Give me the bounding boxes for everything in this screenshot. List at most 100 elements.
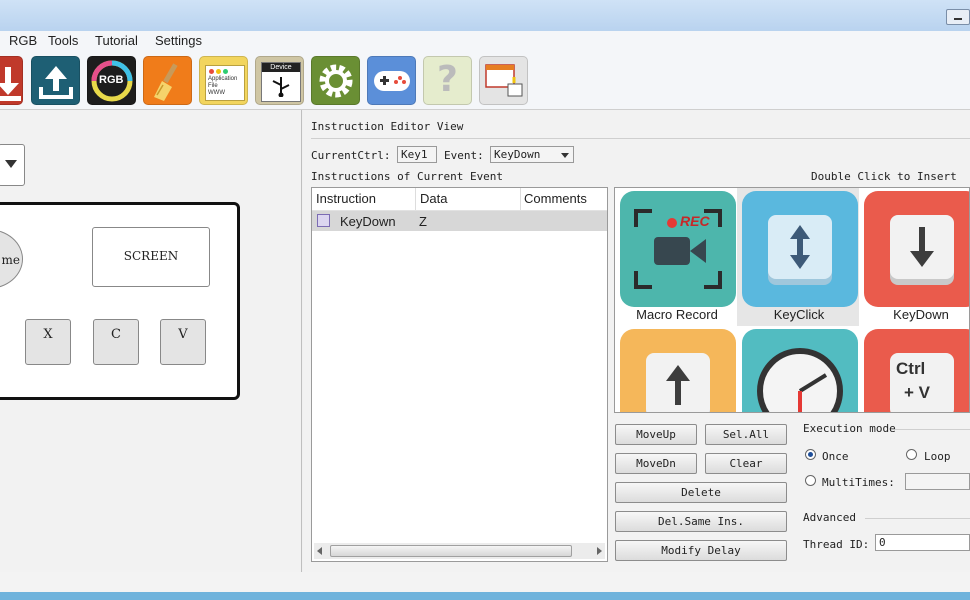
palette-keyup[interactable] (615, 326, 737, 412)
instructions-label: Instructions of Current Event (311, 170, 504, 183)
key-v-label: V (178, 327, 188, 342)
scroll-right-icon[interactable] (597, 547, 602, 555)
upload-button[interactable] (31, 56, 80, 105)
screen-key[interactable]: SCREEN (92, 227, 210, 287)
delete-same-instructions-button[interactable]: Del.Same Ins. (615, 511, 787, 532)
scroll-left-icon[interactable] (317, 547, 322, 555)
key-x-label: X (43, 327, 53, 342)
scroll-thumb[interactable] (330, 545, 572, 557)
move-up-button[interactable]: MoveUp (615, 424, 697, 445)
application-file-icon-text: Application File WWW (208, 76, 238, 96)
device-button[interactable]: Device (255, 56, 304, 105)
gamepad-icon (374, 71, 410, 91)
palette-macro-record[interactable]: REC Macro Record (615, 188, 737, 326)
modify-delay-button[interactable]: Modify Delay (615, 540, 787, 561)
usb-icon (272, 77, 290, 97)
toolbar: RGB Application File WWW Device ? (0, 51, 970, 110)
select-all-button[interactable]: Sel.All (705, 424, 787, 445)
window-icon (485, 64, 523, 97)
advanced-title: Advanced (803, 511, 856, 524)
menu-settings[interactable]: Settings (155, 33, 202, 48)
chevron-down-icon (5, 160, 17, 168)
thread-id-label: Thread ID: (803, 538, 870, 551)
rgb-icon-text: RGB (99, 74, 124, 86)
download-button[interactable] (0, 56, 23, 105)
move-down-button[interactable]: MoveDn (615, 453, 697, 474)
instruction-palette[interactable]: REC Macro Record KeyClick KeyDown Ctrl +… (614, 187, 970, 413)
ctrl-text: Ctrl (896, 359, 926, 378)
multitimes-label: MultiTimes: (822, 476, 895, 489)
list-header: Instruction Data Comments (312, 188, 607, 211)
palette-label: KeyClick (773, 307, 825, 322)
clear-button[interactable]: Clear (705, 453, 787, 474)
divider (311, 138, 970, 139)
screen-key-label: SCREEN (123, 249, 179, 263)
palette-delay[interactable] (737, 326, 859, 412)
row-instruction: KeyDown (340, 214, 396, 229)
key-v[interactable]: V (160, 319, 206, 365)
keyup-tile (620, 329, 736, 412)
window-bottom-border (0, 592, 970, 600)
horizontal-scrollbar[interactable] (314, 543, 605, 559)
menu-tools[interactable]: Tools (48, 33, 78, 48)
execution-mode-group: Execution mode Once Loop MultiTimes: (795, 420, 970, 500)
key-cap-icon (890, 215, 954, 279)
column-instruction[interactable]: Instruction (316, 191, 376, 206)
rgb-button[interactable]: RGB (87, 56, 136, 105)
combo-key-tile: Ctrl + V (864, 329, 969, 412)
key-cap-icon (646, 353, 710, 412)
keydown-instruction-icon (317, 214, 330, 227)
question-icon: ? (437, 59, 458, 100)
divider (895, 429, 970, 430)
once-label: Once (822, 450, 849, 463)
column-comments[interactable]: Comments (524, 191, 587, 206)
application-file-button[interactable]: Application File WWW (199, 56, 248, 105)
key-cap-icon (768, 215, 832, 279)
event-select[interactable]: KeyDown (490, 146, 574, 163)
home-key[interactable]: me (0, 229, 23, 289)
key-cap-icon: Ctrl + V (890, 353, 954, 412)
help-button[interactable]: ? (423, 56, 472, 105)
window-layout-button[interactable] (479, 56, 528, 105)
home-key-label: me (1, 253, 20, 267)
clear-brush-button[interactable] (143, 56, 192, 105)
loop-radio[interactable] (906, 449, 917, 460)
key-c[interactable]: C (93, 319, 139, 365)
plus-v-text: + V (904, 383, 930, 402)
multitimes-radio[interactable] (805, 475, 816, 486)
multitimes-input[interactable] (905, 473, 970, 490)
gamepad-button[interactable] (367, 56, 416, 105)
thread-id-input[interactable]: 0 (875, 534, 970, 551)
device-select-dropdown[interactable] (0, 144, 25, 186)
event-label: Event: (444, 149, 484, 162)
current-ctrl-label: CurrentCtrl: (311, 149, 391, 162)
instruction-list[interactable]: Instruction Data Comments KeyDown Z (311, 187, 608, 562)
palette-combo-key[interactable]: Ctrl + V (859, 326, 969, 412)
device-layout-pane: me SCREEN X C V (0, 110, 302, 572)
table-row[interactable]: KeyDown Z (312, 211, 607, 231)
down-arrow-icon (910, 227, 934, 267)
device-icon-text: Device (262, 63, 300, 72)
menu-bar: RGB Tools Tutorial Settings (0, 31, 970, 51)
editor-view-title: Instruction Editor View (311, 120, 464, 133)
column-data[interactable]: Data (420, 191, 447, 206)
settings-button[interactable] (311, 56, 360, 105)
minimize-button[interactable] (946, 9, 970, 25)
clock-icon (757, 348, 843, 412)
rec-text: REC (680, 213, 710, 229)
execution-mode-title: Execution mode (803, 422, 896, 435)
menu-tutorial[interactable]: Tutorial (95, 33, 138, 48)
palette-label: Macro Record (636, 307, 718, 322)
device-icon: Device (261, 62, 301, 102)
double-click-hint: Double Click to Insert (811, 170, 957, 183)
gear-icon (319, 64, 353, 98)
key-x[interactable]: X (25, 319, 71, 365)
palette-keyclick[interactable]: KeyClick (737, 188, 859, 326)
once-radio[interactable] (805, 449, 816, 460)
menu-rgb[interactable]: RGB (9, 33, 37, 48)
delete-button[interactable]: Delete (615, 482, 787, 503)
palette-keydown[interactable]: KeyDown (859, 188, 969, 326)
loop-label: Loop (924, 450, 951, 463)
instruction-editor-pane: Instruction Editor View CurrentCtrl: Key… (303, 110, 970, 572)
keypad-preview: me SCREEN X C V (0, 202, 240, 400)
